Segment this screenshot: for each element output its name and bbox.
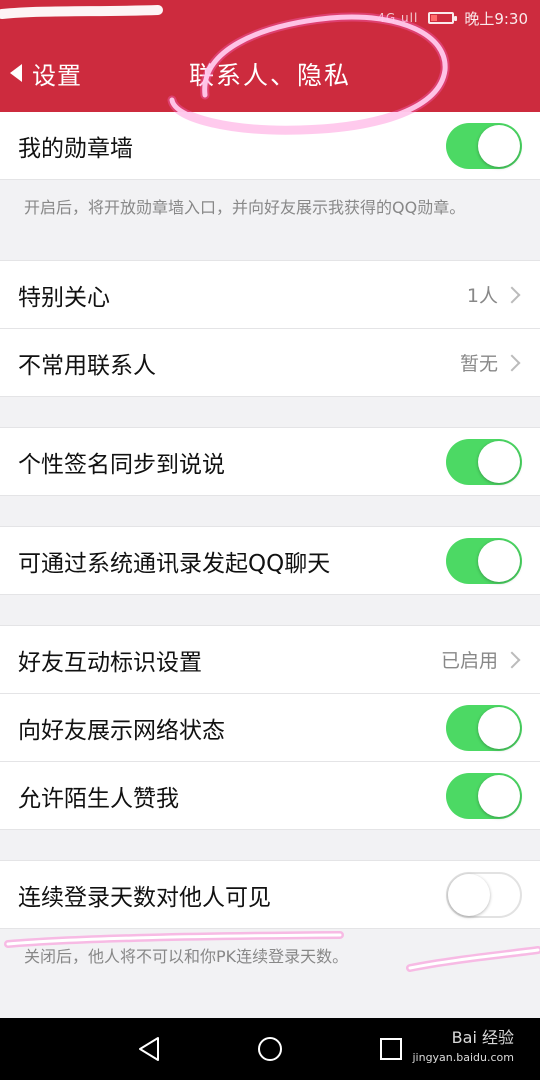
network-status-toggle[interactable]: [446, 704, 522, 751]
toggle-knob: [478, 774, 520, 817]
setting-stranger-likes: 允许陌生人赞我: [0, 762, 540, 830]
toggle-knob: [448, 873, 490, 916]
system-contacts-chat-toggle[interactable]: [446, 537, 522, 584]
section-gap: [0, 238, 540, 261]
toggle-knob: [478, 539, 520, 582]
setting-infrequent-contacts[interactable]: 不常用联系人 暂无: [0, 329, 540, 397]
system-nav-bar: Bai 经验 jingyan.baidu.com: [0, 1018, 540, 1080]
setting-medal-wall: 我的勋章墙: [0, 112, 540, 180]
title-bar: 设置 联系人、隐私: [0, 34, 540, 112]
section-gap: [0, 595, 540, 626]
login-days-visible-toggle[interactable]: [446, 871, 522, 918]
nav-home-icon[interactable]: [251, 1030, 289, 1068]
section-gap: [0, 830, 540, 861]
chevron-right-icon: [503, 651, 521, 668]
setting-label: 可通过系统通讯录发起QQ聊天: [18, 550, 331, 577]
signature-sync-toggle[interactable]: [446, 438, 522, 485]
toggle-knob: [478, 124, 520, 167]
page-title: 联系人、隐私: [188, 61, 351, 90]
setting-special-care[interactable]: 特别关心 1人: [0, 261, 540, 329]
medal-wall-toggle[interactable]: [446, 122, 522, 169]
watermark-title: Bai 经验: [451, 1028, 514, 1047]
nav-recents-icon[interactable]: [372, 1030, 410, 1068]
stranger-likes-toggle[interactable]: [446, 772, 522, 819]
setting-label: 个性签名同步到说说: [18, 451, 225, 478]
toggle-knob: [478, 706, 520, 749]
setting-label: 特别关心: [18, 284, 110, 311]
setting-label: 连续登录天数对他人可见: [18, 884, 271, 911]
signal-icon: 4G ull: [377, 11, 419, 25]
battery-icon: [428, 12, 458, 24]
status-bar: 4G ull 晚上9:30: [0, 0, 540, 34]
setting-interaction-marks[interactable]: 好友互动标识设置 已启用: [0, 626, 540, 694]
nav-back-icon[interactable]: [130, 1030, 168, 1068]
section-gap: [0, 397, 540, 428]
setting-system-contacts-chat: 可通过系统通讯录发起QQ聊天: [0, 527, 540, 595]
baidu-watermark: Bai 经验 jingyan.baidu.com: [412, 1028, 514, 1068]
top-bar: 4G ull 晚上9:30 设置 联系人、隐私: [0, 0, 540, 112]
setting-signature-sync: 个性签名同步到说说: [0, 428, 540, 496]
login-days-note: 关闭后，他人将不可以和你PK连续登录天数。: [0, 929, 540, 987]
toggle-knob: [478, 440, 520, 483]
chevron-right-icon: [503, 354, 521, 371]
status-right: 4G ull 晚上9:30: [377, 6, 528, 30]
setting-label: 允许陌生人赞我: [18, 785, 179, 812]
watermark-url: jingyan.baidu.com: [412, 1051, 514, 1064]
status-time: 晚上9:30: [464, 9, 528, 28]
setting-network-status: 向好友展示网络状态: [0, 694, 540, 762]
chevron-right-icon: [503, 286, 521, 303]
settings-list: 我的勋章墙 开启后，将开放勋章墙入口，并向好友展示我获得的QQ勋章。 特别关心 …: [0, 112, 540, 987]
setting-value: 暂无: [459, 353, 498, 375]
setting-value: 已启用: [440, 650, 498, 672]
setting-label: 不常用联系人: [18, 352, 156, 379]
setting-label: 向好友展示网络状态: [18, 717, 225, 744]
setting-label: 好友互动标识设置: [18, 649, 202, 676]
setting-login-days-visible: 连续登录天数对他人可见: [0, 861, 540, 929]
medal-wall-note: 开启后，将开放勋章墙入口，并向好友展示我获得的QQ勋章。: [0, 180, 540, 238]
section-gap: [0, 496, 540, 527]
setting-value: 1人: [466, 285, 498, 307]
setting-label: 我的勋章墙: [18, 135, 133, 162]
